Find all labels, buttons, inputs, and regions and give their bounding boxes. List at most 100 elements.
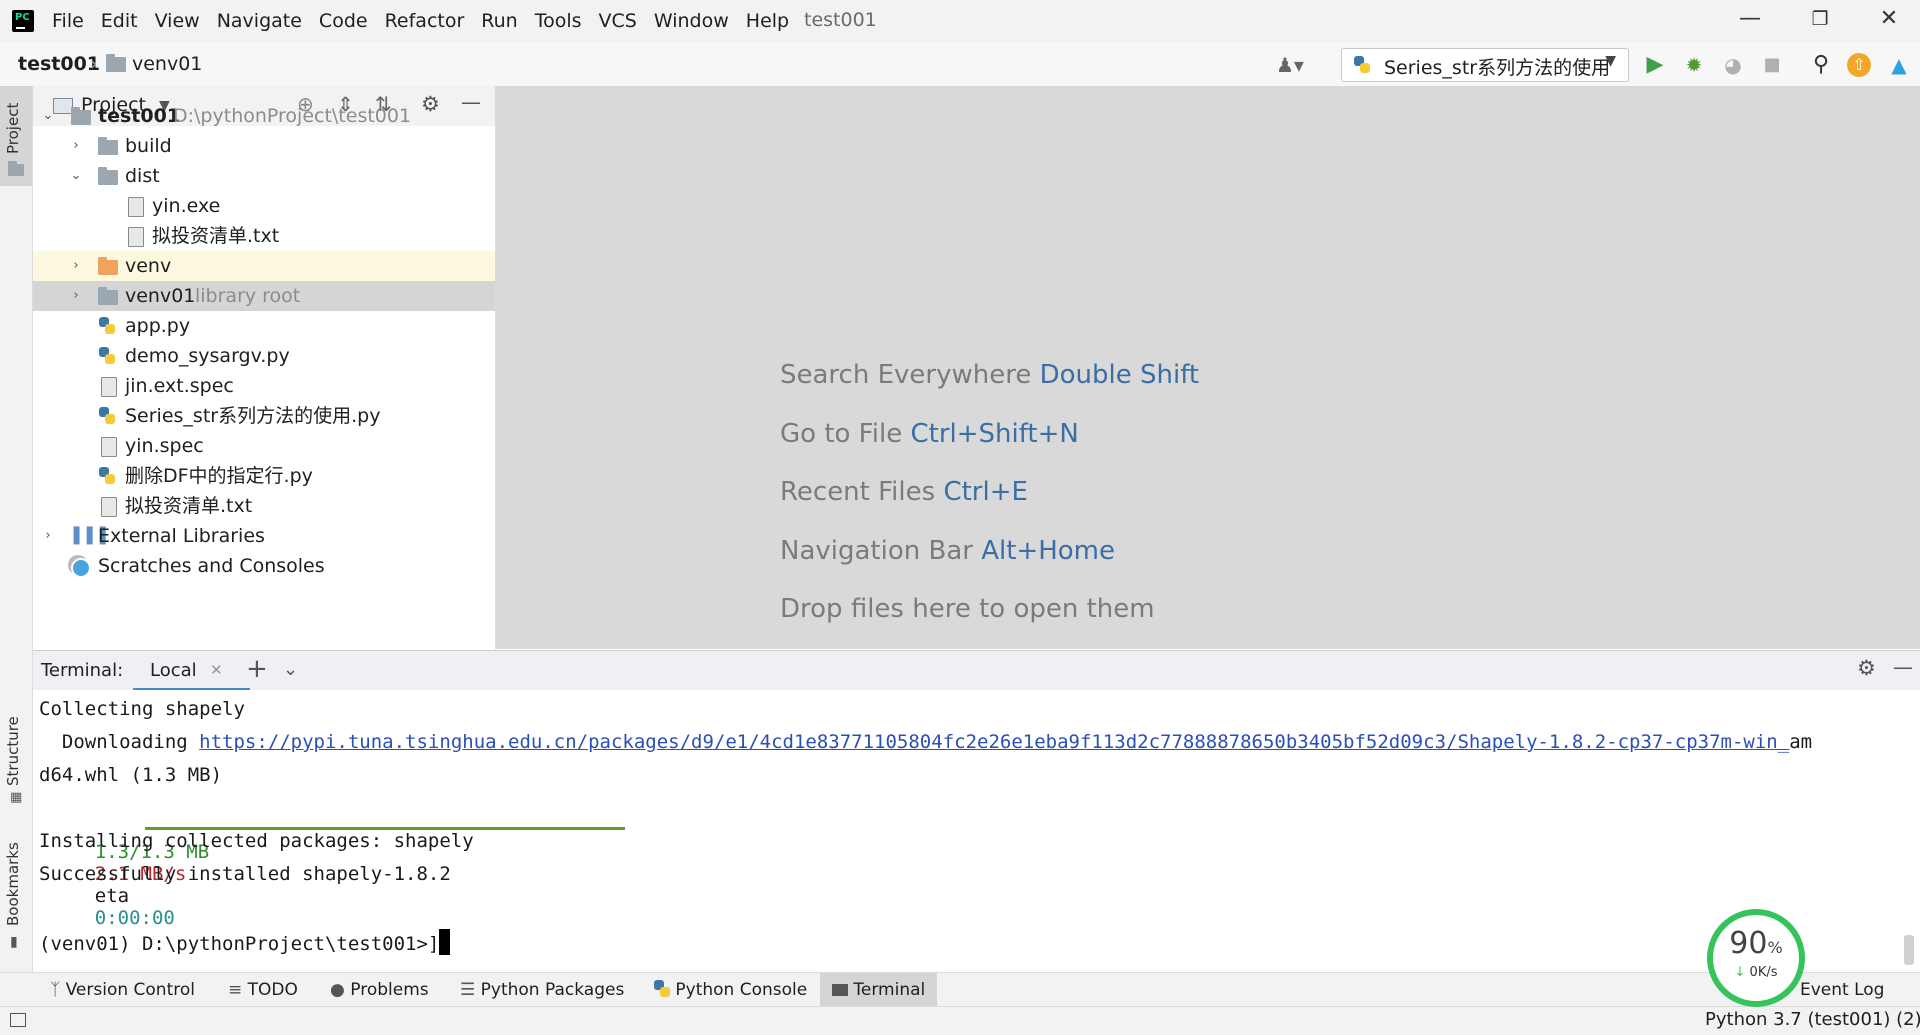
gauge-percent: 90% (1713, 929, 1799, 963)
tab-version-control[interactable]: ᛉ Version Control (50, 973, 195, 1007)
project-panel: Project ▼ ⊕ ⇕ ⇅ ⚙ — ⌄ test001 D:\pythonP… (33, 86, 496, 649)
terminal-label: Terminal: (41, 660, 124, 681)
debug-icon[interactable]: ✹ (1681, 52, 1707, 78)
python-file-icon (99, 317, 115, 335)
menu-navigate[interactable]: Navigate (217, 10, 313, 32)
user-icon[interactable]: ♟▾ (1276, 52, 1304, 78)
menu-view[interactable]: View (155, 10, 211, 32)
menu-file[interactable]: File (52, 10, 95, 32)
new-terminal-icon[interactable]: + (246, 654, 268, 684)
bookmarks-tool-tab[interactable]: Bookmarks (4, 842, 22, 926)
text-file-icon (101, 437, 117, 457)
minimize-icon[interactable]: — (1735, 6, 1765, 36)
tree-item-dist-txt[interactable]: 拟投资清单.txt (33, 221, 495, 251)
jetbrains-icon[interactable]: ▲ (1886, 52, 1912, 78)
unknown-file-icon (128, 197, 144, 217)
tab-todo[interactable]: ≡ TODO (228, 973, 298, 1007)
tree-item-venv01[interactable]: › venv01 library root (33, 281, 495, 311)
chevron-right-icon[interactable]: › (69, 251, 83, 281)
tab-terminal[interactable]: Terminal (820, 973, 938, 1007)
tree-item-scratches[interactable]: Scratches and Consoles (33, 551, 495, 581)
python-interpreter[interactable]: Python 3.7 (test001) (2) (1705, 1009, 1920, 1030)
tree-item-root[interactable]: ⌄ test001 D:\pythonProject\test001 (33, 101, 495, 131)
terminal-icon (832, 984, 848, 996)
tab-python-console[interactable]: Python Console (654, 973, 807, 1007)
tree-item-label: yin.exe (152, 195, 221, 217)
folder-icon (98, 167, 118, 185)
project-tab-folder-icon (8, 161, 24, 176)
breadcrumb-project[interactable]: test001 (18, 53, 100, 75)
menu-vcs[interactable]: VCS (599, 10, 648, 32)
tab-problems[interactable]: ● Problems (330, 973, 429, 1007)
close-tab-icon[interactable]: ✕ (210, 661, 223, 679)
tree-item-venv[interactable]: › venv (33, 251, 495, 281)
tree-item-external-libraries[interactable]: › ❚❚❚ External Libraries (33, 521, 495, 551)
toggle-panels-icon[interactable] (10, 1013, 26, 1027)
restore-icon[interactable]: ❐ (1805, 8, 1835, 38)
tab-label: Version Control (65, 980, 195, 1000)
menu-code[interactable]: Code (319, 10, 379, 32)
terminal-scrollbar[interactable] (1904, 935, 1914, 965)
tree-item-root-txt[interactable]: 拟投资清单.txt (33, 491, 495, 521)
download-link[interactable]: https://pypi.tuna.tsinghua.edu.cn/packag… (199, 731, 1789, 753)
chevron-right-icon[interactable]: › (69, 281, 83, 311)
tree-item-tag: library root (195, 285, 301, 307)
tree-item-jin-ext-spec[interactable]: jin.ext.spec (33, 371, 495, 401)
menu-tools[interactable]: Tools (535, 10, 593, 32)
chevron-down-icon[interactable]: ⌄ (283, 659, 298, 680)
menu-run[interactable]: Run (481, 10, 528, 32)
hide-panel-icon[interactable]: — (1893, 655, 1913, 679)
structure-tool-tab[interactable]: Structure (4, 716, 22, 786)
menu-edit[interactable]: Edit (101, 10, 149, 32)
run-config-select[interactable]: Series_str系列方法的使用 ▼ (1341, 48, 1629, 82)
chevron-down-icon[interactable]: ⌄ (69, 161, 83, 191)
run-icon[interactable]: ▶ (1642, 52, 1668, 78)
tree-item-demo-sysargv[interactable]: demo_sysargv.py (33, 341, 495, 371)
hint-go-to-file: Go to File Ctrl+Shift+N (780, 419, 1079, 449)
chevron-right-icon[interactable]: › (69, 131, 83, 161)
breadcrumb-folder[interactable]: venv01 (132, 53, 202, 75)
tree-item-series-str[interactable]: Series_str系列方法的使用.py (33, 401, 495, 431)
gauge-speed: ↓ 0K/s (1713, 965, 1799, 980)
hint-text: Navigation Bar (780, 536, 973, 566)
stop-icon[interactable]: ■ (1759, 52, 1785, 78)
tab-label: Python Packages (480, 980, 625, 1000)
python-file-icon (1354, 56, 1370, 74)
hint-navigation-bar: Navigation Bar Alt+Home (780, 536, 1115, 566)
terminal-cursor (439, 929, 451, 955)
project-tool-tab[interactable]: Project (4, 103, 22, 154)
chevron-down-icon: ▼ (1605, 53, 1616, 69)
terminal-tab-local[interactable]: Local ✕ (133, 651, 250, 691)
terminal-line: Installing collected packages: shapely (39, 830, 474, 852)
python-icon (654, 980, 670, 998)
tree-item-yin-exe[interactable]: yin.exe (33, 191, 495, 221)
menu-window[interactable]: Window (654, 10, 740, 32)
gear-icon[interactable]: ⚙ (1857, 656, 1876, 680)
chevron-down-icon[interactable]: ⌄ (41, 101, 55, 131)
close-icon[interactable]: ✕ (1874, 6, 1904, 36)
update-icon[interactable]: ⇧ (1847, 53, 1871, 77)
tree-item-delete-df[interactable]: 删除DF中的指定行.py (33, 461, 495, 491)
menu-help[interactable]: Help (746, 10, 800, 32)
menu-bar: File Edit View Navigate Code Refactor Ru… (0, 0, 1920, 42)
tree-item-yin-spec[interactable]: yin.spec (33, 431, 495, 461)
menu-refactor[interactable]: Refactor (385, 10, 476, 32)
terminal-line: Collecting shapely (39, 698, 245, 720)
text-file-icon (128, 227, 144, 247)
editor-empty-area[interactable]: Search Everywhere Double Shift Go to Fil… (496, 86, 1920, 649)
search-icon[interactable]: ⚲ (1808, 52, 1834, 78)
terminal-output[interactable]: Collecting shapely Downloading https://p… (33, 690, 1920, 972)
folder-icon (98, 287, 118, 305)
chevron-right-icon[interactable]: › (41, 521, 55, 551)
tree-item-build[interactable]: › build (33, 131, 495, 161)
tree-item-app-py[interactable]: app.py (33, 311, 495, 341)
hint-shortcut: Double Shift (1039, 360, 1200, 390)
tree-item-dist[interactable]: ⌄ dist (33, 161, 495, 191)
coverage-icon[interactable]: ◕ (1720, 52, 1746, 78)
tab-event-log[interactable]: Event Log (1800, 973, 1884, 1007)
tree-item-label: app.py (125, 315, 191, 337)
arrow-down-icon: ↓ (1734, 965, 1746, 980)
gauge-percent-sign: % (1767, 938, 1783, 957)
tab-python-packages[interactable]: ☰ Python Packages (460, 973, 624, 1007)
bookmark-icon: ▮ (10, 934, 18, 950)
